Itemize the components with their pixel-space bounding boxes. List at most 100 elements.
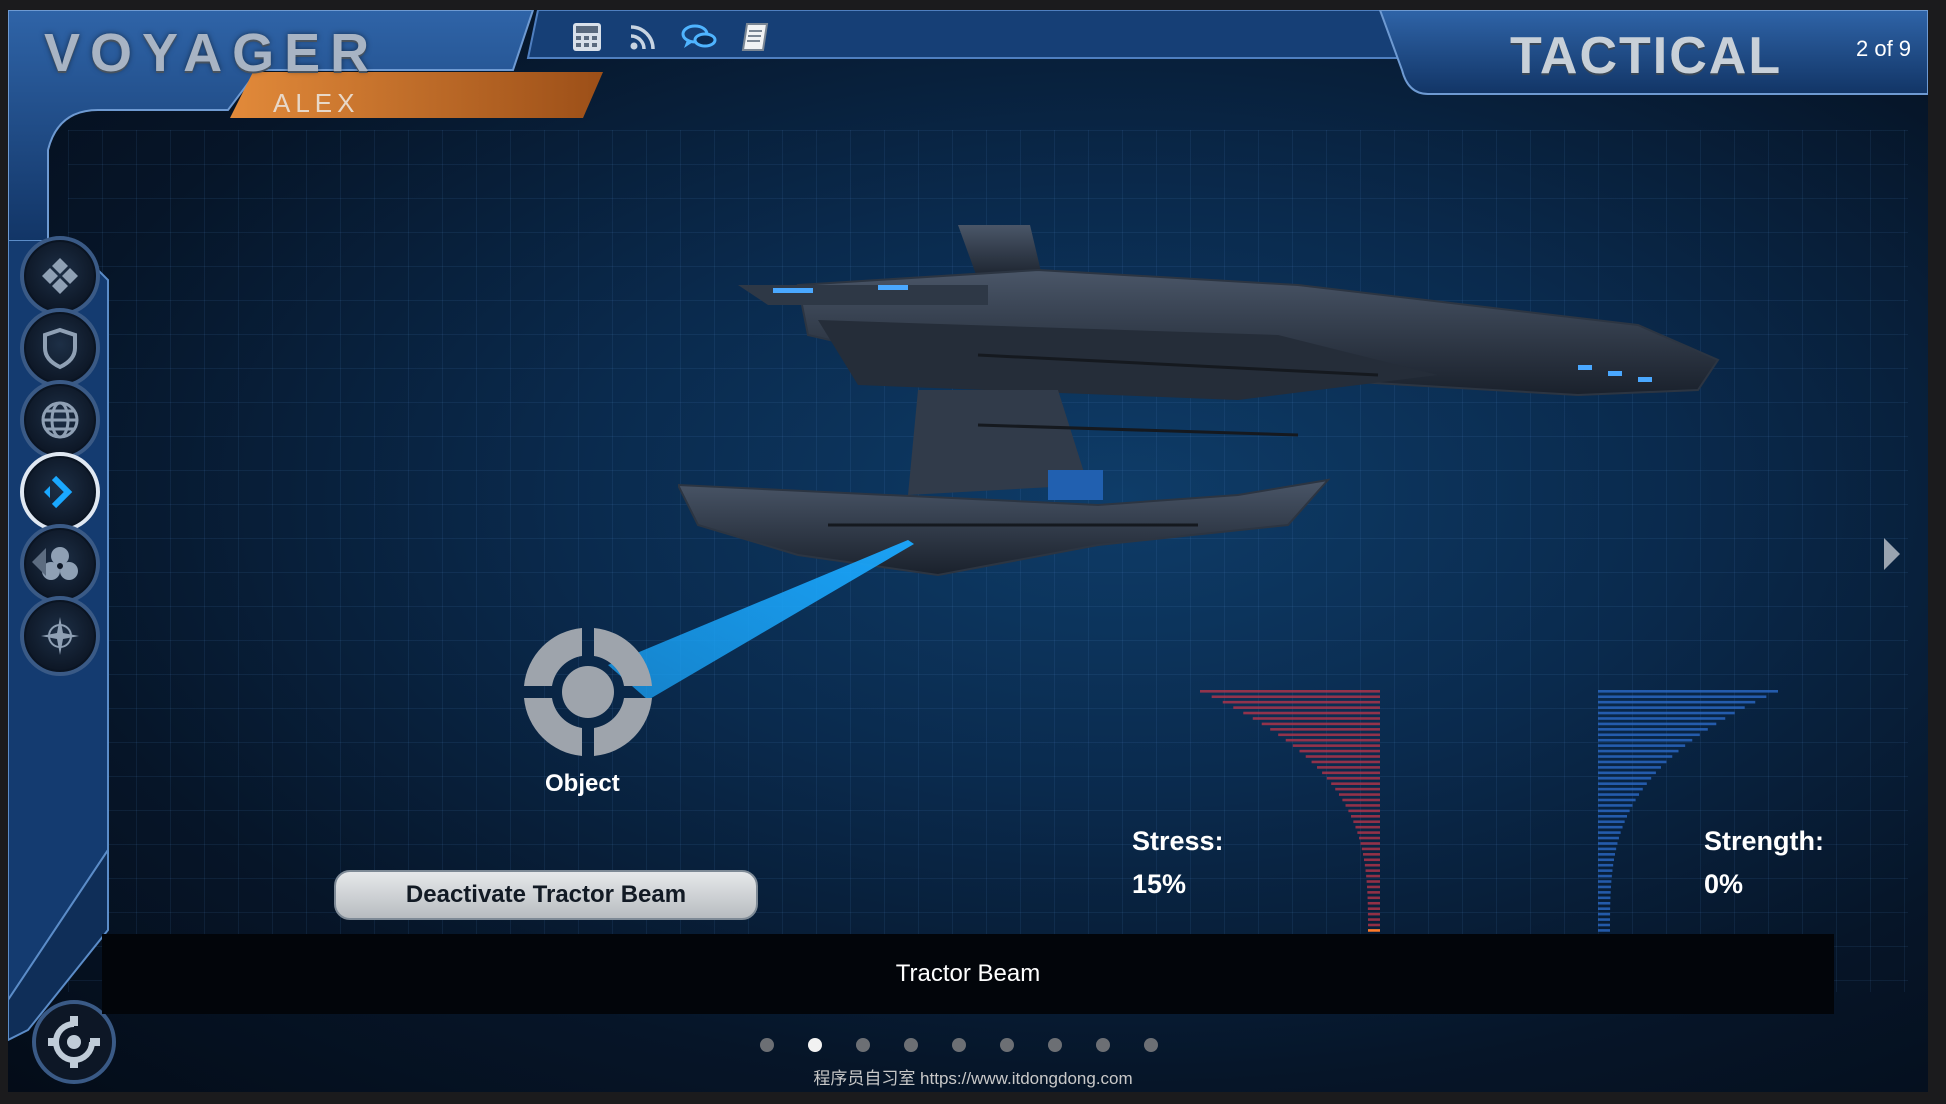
watermark: 程序员自习室 https://www.itdongdong.com [813, 1069, 1133, 1088]
page-dot-4[interactable] [904, 1038, 918, 1052]
page-dot-7[interactable] [1048, 1038, 1062, 1052]
stress-gauge-bar [1331, 782, 1380, 785]
strength-gauge-bar [1598, 831, 1621, 834]
stress-gauge-bar [1317, 766, 1380, 769]
strength-gauge-bar [1598, 804, 1633, 807]
nav-shield-icon [43, 327, 77, 370]
section-title: TACTICAL [1510, 27, 1783, 85]
stress-gauge-bar [1261, 722, 1380, 726]
nav-shield-button[interactable] [20, 308, 100, 388]
stress-gauge-bar [1366, 880, 1380, 883]
stress-gauge-bar [1366, 874, 1380, 878]
object-label: Object [545, 770, 620, 797]
strength-gauge-bar [1598, 717, 1726, 720]
page-dot-5[interactable] [952, 1038, 966, 1052]
nav-chevron-button[interactable] [20, 452, 100, 532]
strength-gauge-bar [1598, 809, 1630, 813]
stress-gauge-bar [1367, 891, 1380, 894]
stress-gauge-bar [1367, 901, 1380, 905]
stress-gauge-bar [1326, 776, 1380, 780]
page-dot-9[interactable] [1144, 1038, 1158, 1052]
stress-value: 15% [1132, 869, 1187, 899]
strength-gauge-bar [1598, 760, 1667, 764]
page-dot-3[interactable] [856, 1038, 870, 1052]
user-name: ALEX [273, 88, 360, 118]
strength-gauge-bar [1598, 847, 1617, 851]
nav-globe-button[interactable] [20, 380, 100, 460]
strength-value: 0% [1704, 869, 1744, 899]
caption-bar: Tractor Beam [102, 934, 1834, 1014]
brand-title: VOYAGER [44, 23, 380, 83]
stress-gauge-bar [1348, 809, 1380, 813]
stress-gauge-bar [1311, 760, 1380, 764]
stress-gauge [1200, 690, 1380, 938]
strength-gauge-bar [1598, 776, 1652, 780]
nav-quad-button[interactable] [20, 236, 100, 316]
stress-gauge-bar [1367, 885, 1380, 889]
strength-gauge-bar [1598, 929, 1611, 932]
stress-gauge-bar [1305, 755, 1380, 758]
stress-gauge-bar [1360, 842, 1380, 845]
nav-globe-icon [41, 401, 79, 439]
strength-gauge-bar [1598, 858, 1615, 862]
object-target-icon [524, 628, 652, 756]
strength-gauge-bar [1598, 733, 1700, 737]
strength-gauge-bar [1598, 923, 1611, 927]
prev-page-arrow[interactable] [32, 548, 46, 576]
stress-gauge-bar [1278, 733, 1380, 737]
strength-gauge-bar [1598, 901, 1611, 905]
strength-gauge-bar [1598, 880, 1612, 883]
strength-gauge-bar [1598, 744, 1686, 747]
strength-gauge-bar [1598, 853, 1615, 856]
stress-gauge-bar [1367, 912, 1380, 916]
gear-icon [48, 1016, 100, 1068]
page-dot-8[interactable] [1096, 1038, 1110, 1052]
strength-gauge-bar [1598, 706, 1745, 709]
calculator-icon[interactable] [568, 18, 606, 56]
page-dot-2[interactable] [808, 1038, 822, 1052]
strength-gauge-bar [1598, 782, 1647, 785]
stress-gauge-bar [1367, 896, 1380, 900]
stress-gauge-bar [1338, 793, 1380, 796]
strength-gauge-bar [1598, 766, 1661, 769]
stress-gauge-bar [1335, 787, 1380, 791]
stress-gauge-bar [1299, 749, 1380, 753]
stress-gauge-bar [1355, 825, 1380, 829]
next-page-arrow[interactable] [1884, 538, 1900, 570]
page-dot-1[interactable] [760, 1038, 774, 1052]
strength-gauge-bar [1598, 722, 1717, 726]
strength-gauge [1598, 690, 1778, 938]
stress-gauge-bar [1359, 836, 1380, 840]
strength-gauge-bar [1598, 787, 1643, 791]
notebook-icon[interactable] [736, 18, 774, 56]
caption-text: Tractor Beam [895, 960, 1041, 987]
strength-gauge-bar [1598, 907, 1611, 910]
stress-gauge-bar [1357, 831, 1380, 834]
strength-gauge-bar [1598, 690, 1778, 693]
stress-gauge-bar [1364, 863, 1380, 867]
strength-label: Strength: [1704, 826, 1824, 856]
pagination-dots [760, 1038, 1158, 1052]
stress-gauge-bar [1365, 869, 1380, 872]
rss-feed-icon[interactable] [624, 18, 662, 56]
page-dot-6[interactable] [1000, 1038, 1014, 1052]
strength-gauge-bar [1598, 771, 1656, 775]
strength-gauge-bar [1598, 755, 1673, 758]
stress-gauge-bar [1243, 711, 1380, 715]
stress-gauge-bar [1252, 717, 1380, 720]
stress-gauge-bar [1342, 798, 1380, 802]
deactivate-tractor-beam-button[interactable]: Deactivate Tractor Beam [334, 870, 758, 920]
chat-bubbles-icon[interactable] [680, 18, 718, 56]
stress-gauge-bar [1233, 706, 1380, 709]
stress-gauge-bar [1367, 929, 1380, 932]
stress-gauge-bar [1367, 907, 1380, 910]
stress-gauge-bar [1363, 853, 1380, 856]
top-toolbar [568, 18, 774, 56]
nav-compass-button[interactable] [20, 596, 100, 676]
stress-gauge-bar [1363, 858, 1380, 862]
stress-gauge-bar [1367, 918, 1380, 921]
stress-gauge-bar [1367, 923, 1380, 927]
strength-gauge-bar [1598, 793, 1640, 796]
stress-gauge-bar [1322, 771, 1380, 775]
tactical-screen: VOYAGER ALEX TACTICAL 2 of 9 Object Stre… [8, 10, 1928, 1092]
